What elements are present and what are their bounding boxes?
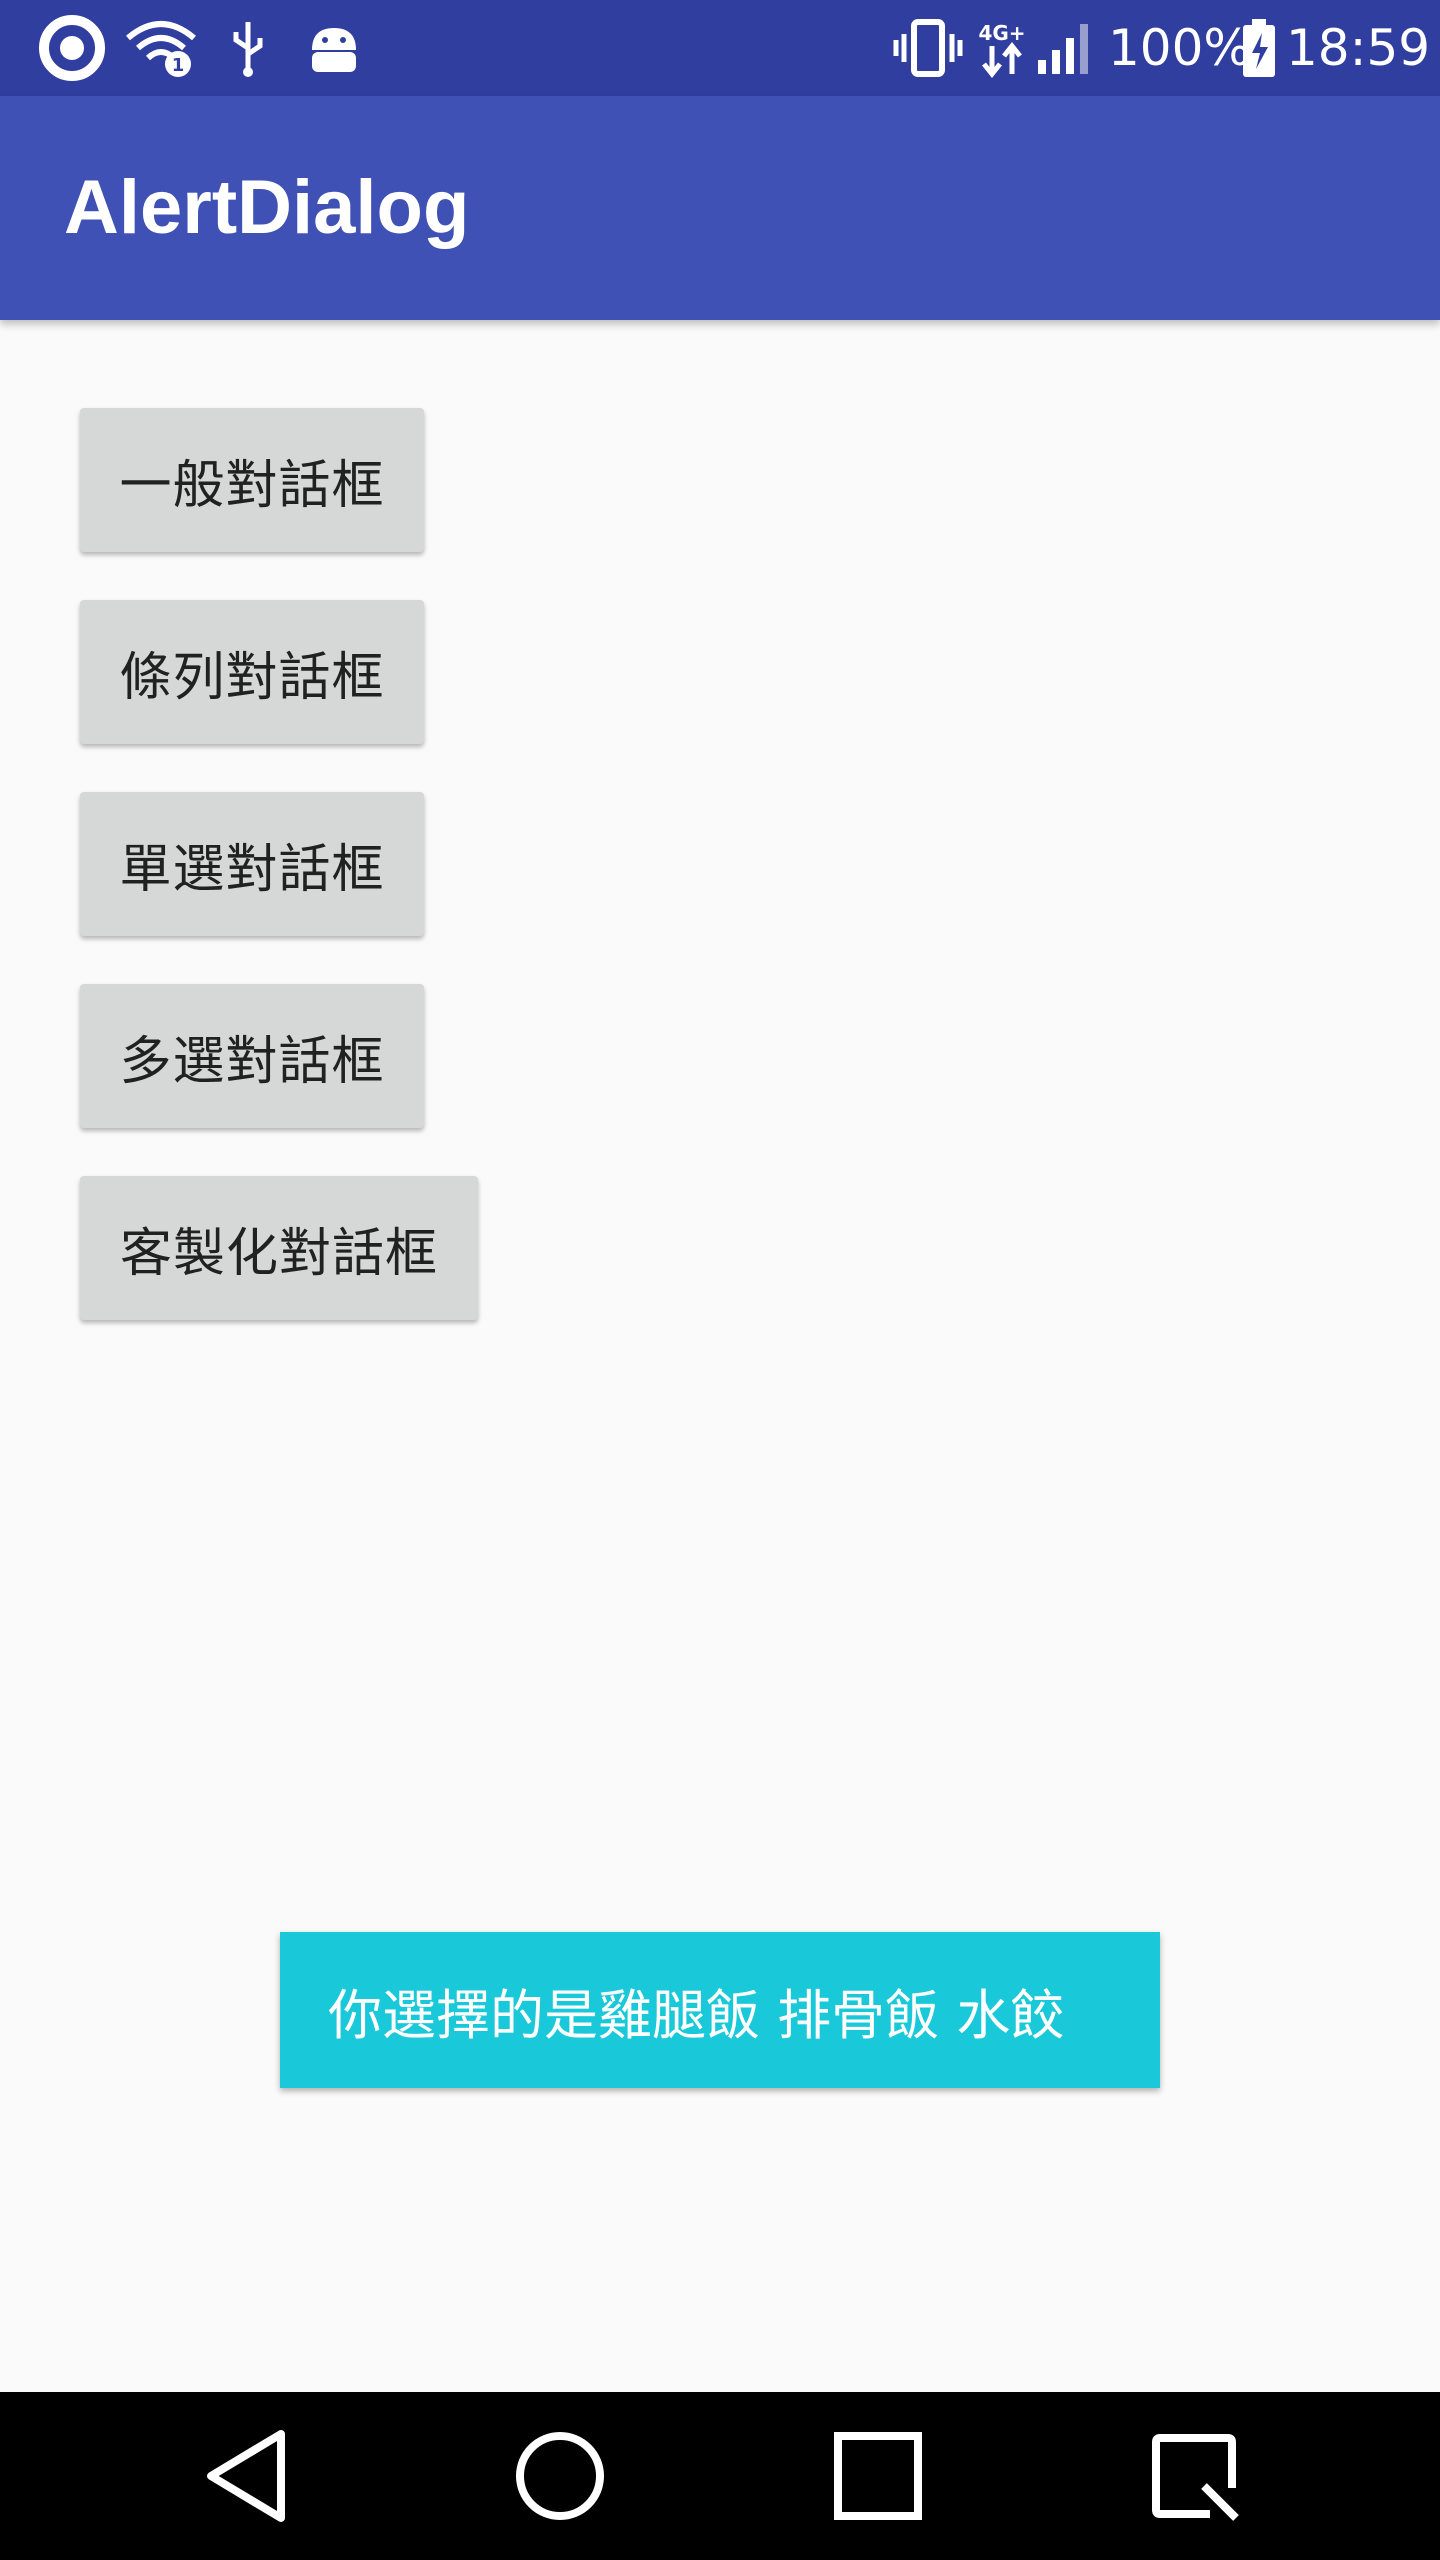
svg-text:1: 1 xyxy=(172,55,185,76)
list-dialog-button[interactable]: 條列對話框 xyxy=(80,600,424,744)
network-4g-icon: 4G+ xyxy=(978,0,1026,96)
multi-choice-dialog-button[interactable]: 多選對話框 xyxy=(80,984,424,1128)
wifi-icon: 1 xyxy=(124,0,198,96)
svg-text:4G+: 4G+ xyxy=(978,21,1025,45)
back-icon[interactable] xyxy=(176,2392,316,2560)
custom-dialog-button[interactable]: 客製化對話框 xyxy=(80,1176,478,1320)
single-choice-dialog-button[interactable]: 單選對話框 xyxy=(80,792,424,936)
opera-icon xyxy=(38,0,106,96)
toast-message: 你選擇的是雞腿飯 排骨飯 水餃 xyxy=(280,1932,1160,2088)
vibrate-icon xyxy=(892,0,964,96)
battery-charging-icon xyxy=(1240,0,1278,96)
android-debug-icon xyxy=(306,0,362,96)
recents-icon[interactable] xyxy=(808,2392,948,2560)
status-bar: 1 4G+ 100% 18:59 xyxy=(0,0,1440,96)
app-bar: AlertDialog xyxy=(0,96,1440,320)
home-icon[interactable] xyxy=(490,2392,630,2560)
usb-icon xyxy=(228,0,268,96)
app-title: AlertDialog xyxy=(64,165,470,250)
screenshot-icon[interactable] xyxy=(1126,2392,1266,2560)
navigation-bar xyxy=(0,2392,1440,2560)
clock: 18:59 xyxy=(1286,19,1431,77)
toast-text: 你選擇的是雞腿飯 排骨飯 水餃 xyxy=(328,1983,1065,2047)
normal-dialog-button[interactable]: 一般對話框 xyxy=(80,408,424,552)
battery-percent: 100% xyxy=(1108,19,1251,77)
signal-icon xyxy=(1036,0,1094,96)
